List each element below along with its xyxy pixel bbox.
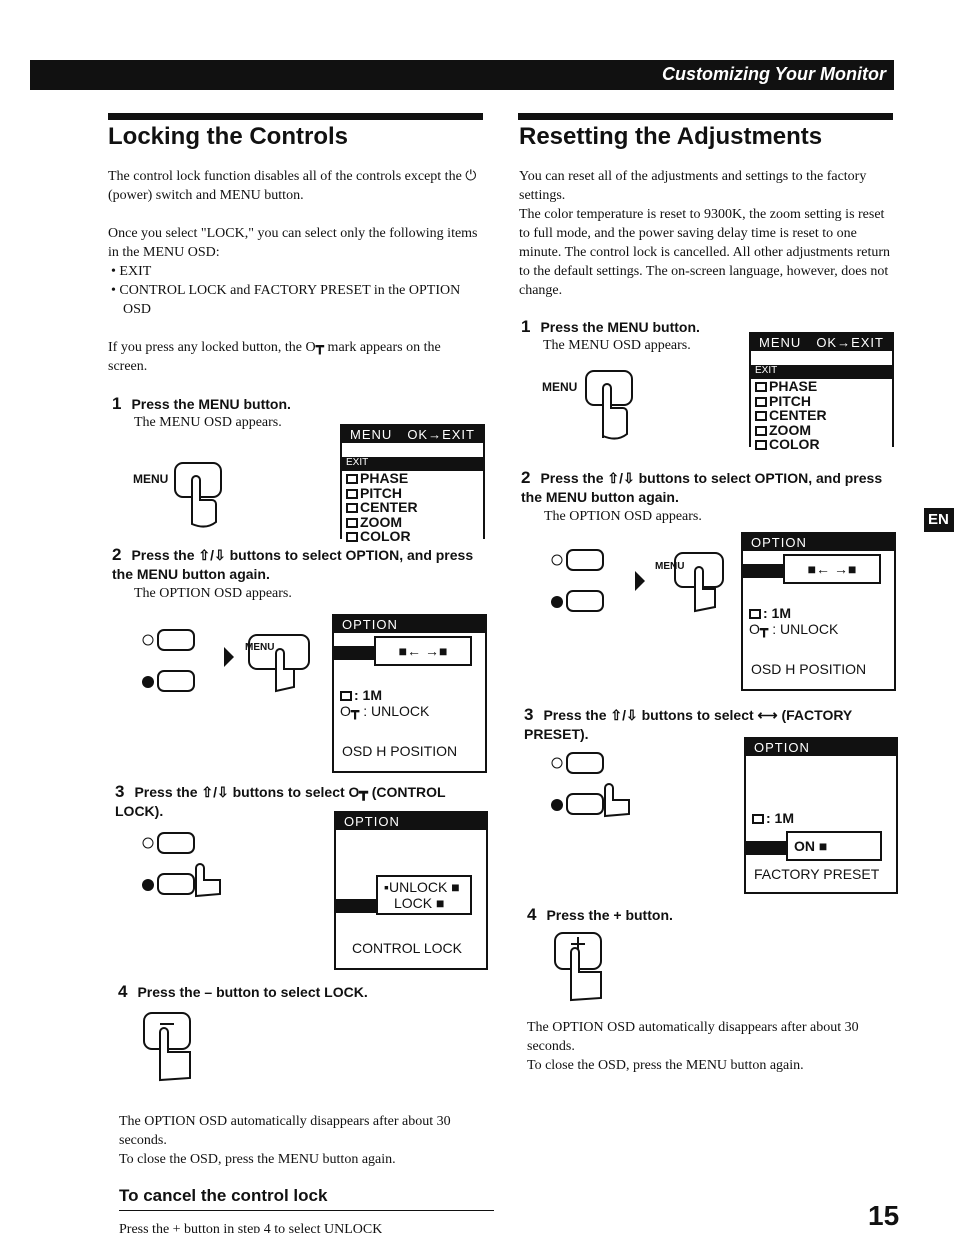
option-osd-control-lock: OPTION ▪UNLOCK ■ LOCK ■ CONTROL LOCK <box>334 811 488 970</box>
left-step-4: 4 Press the – button to select LOCK. <box>118 982 368 1001</box>
right-step-1: 1 Press the MENU button. <box>521 317 700 336</box>
center-icon <box>755 411 767 421</box>
right-outro: The OPTION OSD automatically disappears … <box>527 1020 859 1054</box>
title-rule <box>108 113 483 120</box>
power-save-icon <box>340 691 352 701</box>
menu-label: MENU <box>542 380 578 394</box>
step-desc: The OPTION OSD appears. <box>544 509 702 524</box>
menu-osd: MENU OK→EXIT EXIT PHASE PITCH CENTER ZOOM… <box>749 332 894 451</box>
right-outro-2: To close the OSD, press the MENU button … <box>527 1058 804 1073</box>
zoom-icon <box>346 517 358 528</box>
power-save-icon <box>752 814 764 824</box>
lock-submenu: ▪UNLOCK ■ LOCK ■ <box>376 875 472 915</box>
step-desc: The MENU OSD appears. <box>134 415 282 430</box>
step-desc: The OPTION OSD appears. <box>134 586 292 601</box>
up-down-buttons-and-hand-icon <box>551 549 724 613</box>
language-tab: EN <box>924 508 954 532</box>
minus-button-hand-icon <box>143 1012 191 1082</box>
osd-caption: CONTROL LOCK <box>352 940 462 956</box>
menu-label: MENU <box>245 642 275 653</box>
right-p2: The color temperature is reset to 9300K,… <box>519 207 891 298</box>
pitch-icon <box>755 396 767 407</box>
color-icon <box>755 440 767 450</box>
key-icon: O┳ <box>749 621 769 637</box>
cut-off-line: Press the + button in step 4 to select U… <box>119 1222 383 1233</box>
left-outro-2: To close the OSD, press the MENU button … <box>119 1152 396 1167</box>
zoom-icon <box>755 425 767 436</box>
manual-page: Customizing Your Monitor EN 15 Locking t… <box>0 0 954 1233</box>
up-down-buttons-and-hand-icon <box>142 629 310 693</box>
option-osd-factory-preset: OPTION : 1M ON ■ FACTORY PRESET <box>744 737 898 894</box>
power-save-icon <box>749 609 761 619</box>
right-intro: You can reset all of the adjustments and… <box>519 169 867 203</box>
pitch-icon <box>346 488 358 499</box>
left-intro: The control lock function disables all o… <box>108 169 477 203</box>
section-header: Customizing Your Monitor <box>30 60 894 90</box>
right-step-2: 2 Press the ⇧/⇩ buttons to select OPTION,… <box>521 468 883 505</box>
osd-exit-item: EXIT <box>342 457 483 471</box>
left-p2: Once you select "LOCK," you can select o… <box>108 226 478 260</box>
left-outro: The OPTION OSD automatically disappears … <box>119 1114 451 1148</box>
phase-icon <box>346 474 358 484</box>
color-icon <box>346 532 358 542</box>
option-osd: OPTION ■← →■ : 1M O┳ : UNLOCK OSD H POSI… <box>332 614 487 773</box>
osd-caption: OSD H POSITION <box>751 661 867 677</box>
cancel-lock-subhead: To cancel the control lock <box>119 1186 328 1205</box>
page-number: 15 <box>868 1200 900 1231</box>
option-osd: OPTION ■← →■ : 1M O┳ : UNLOCK OSD H POSI… <box>741 532 896 691</box>
plus-button-hand-icon <box>554 932 602 1002</box>
bullet-item: • EXIT <box>111 264 152 279</box>
factory-preset-submenu: ON ■ <box>786 831 882 861</box>
step-desc: The MENU OSD appears. <box>543 338 691 353</box>
title-rule <box>518 113 893 120</box>
hand-pressing-menu-icon <box>585 370 633 440</box>
section-title: Customizing Your Monitor <box>662 64 886 84</box>
left-step-1: 1 Press the MENU button. <box>112 394 291 413</box>
menu-label: MENU <box>133 472 169 486</box>
up-down-buttons-and-hand-icon <box>551 752 630 818</box>
up-down-buttons-and-hand-icon <box>142 832 221 898</box>
menu-osd: MENU OK→EXIT EXIT PHASE PITCH CENTER ZOOM… <box>340 424 485 543</box>
menu-label: MENU <box>655 561 685 572</box>
key-icon: O┳ <box>340 703 360 719</box>
center-icon <box>346 503 358 513</box>
bullet-item: • CONTROL LOCK and FACTORY PRESET in the… <box>111 283 461 317</box>
phase-icon <box>755 382 767 392</box>
left-p3: If you press any locked button, the O┳ m… <box>108 340 441 374</box>
left-bullets: • EXIT • CONTROL LOCK and FACTORY PRESET… <box>111 262 461 319</box>
hand-pressing-menu-icon <box>174 462 222 528</box>
osd-caption: FACTORY PRESET <box>754 866 880 882</box>
right-title: Resetting the Adjustments <box>519 123 823 150</box>
left-step-2: 2 Press the ⇧/⇩ buttons to select OPTION,… <box>112 545 474 582</box>
osd-exit-item: EXIT <box>751 365 892 379</box>
left-title: Locking the Controls <box>108 123 348 150</box>
right-step-4: 4 Press the + button. <box>527 905 673 924</box>
osd-caption: OSD H POSITION <box>342 743 458 759</box>
